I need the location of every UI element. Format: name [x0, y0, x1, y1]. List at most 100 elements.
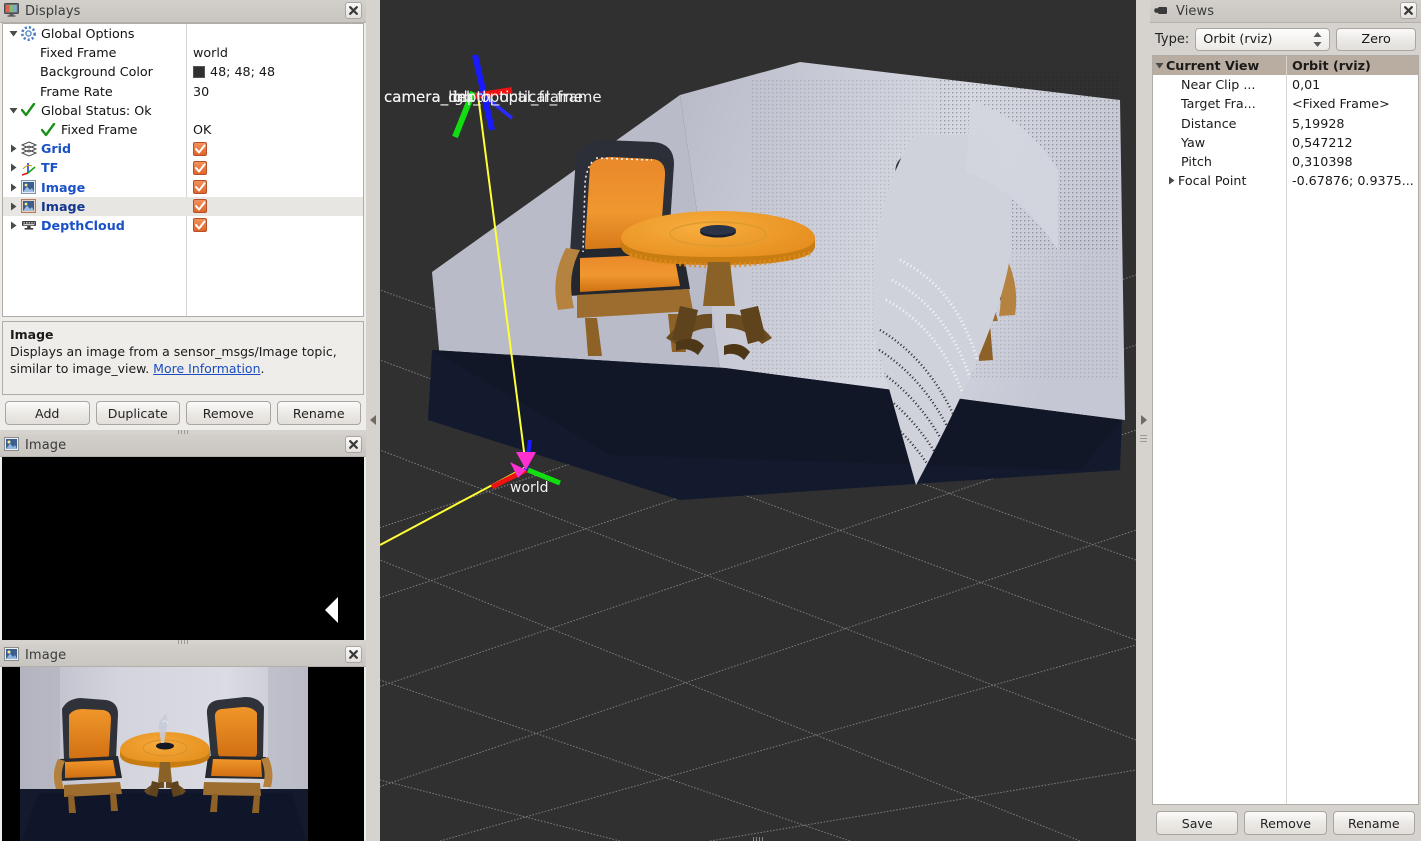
chevron-right-icon[interactable]	[7, 221, 20, 230]
display-tree-row-label: Fixed Frame	[61, 122, 138, 138]
tf-label-3: world	[510, 480, 549, 496]
image-icon	[4, 436, 19, 454]
display-tree-row-label: Fixed Frame	[40, 45, 117, 61]
remove-view-button[interactable]: Remove	[1244, 811, 1327, 835]
views-tree[interactable]: Current View Orbit (rviz) Near Clip ... 0,0…	[1152, 55, 1419, 805]
display-tree-row-value[interactable]: OK	[186, 122, 211, 137]
enable-checkbox[interactable]	[193, 160, 207, 175]
view-type-select[interactable]: Orbit (rviz)	[1195, 28, 1331, 51]
color-swatch[interactable]	[193, 65, 205, 78]
display-tree-row-value[interactable]	[186, 160, 207, 175]
display-tree-row-name: Grid	[3, 141, 186, 157]
view-type-value: Orbit (rviz)	[1203, 32, 1273, 47]
display-tree-row-value[interactable]	[186, 199, 207, 214]
image-panel-2: Image	[0, 644, 366, 841]
display-tree-row[interactable]: Frame Rate 30	[3, 82, 363, 101]
status-ok-check-icon	[40, 122, 57, 137]
chevron-down-icon[interactable]	[7, 29, 20, 38]
zero-button[interactable]: Zero	[1336, 28, 1416, 51]
display-tree-row[interactable]: Grid	[3, 139, 363, 158]
save-view-button[interactable]: Save	[1156, 811, 1239, 835]
display-tree-row-label: Grid	[41, 141, 72, 157]
display-tree-row[interactable]: Fixed Frame OK	[3, 120, 363, 139]
display-tree-row[interactable]: Global Status: Ok	[3, 101, 363, 120]
chevron-down-icon[interactable]	[1153, 61, 1166, 70]
views-row-value[interactable]: 0,547212	[1286, 135, 1353, 150]
views-row-value[interactable]: 0,01	[1286, 77, 1320, 92]
display-tree-row[interactable]: Image	[3, 178, 363, 197]
views-row-value[interactable]: 0,310398	[1286, 154, 1353, 169]
display-tree-row-label: Image	[41, 179, 86, 195]
display-tree-row-value[interactable]	[186, 180, 207, 195]
display-tree-row[interactable]: TF	[3, 158, 363, 177]
display-tree-row-name: Global Status: Ok	[3, 103, 186, 118]
display-tree-row-name: Fixed Frame	[3, 45, 186, 60]
chevron-left-icon	[369, 413, 377, 428]
blank-image-content	[2, 457, 364, 637]
views-panel: Views Type: Orbit (rviz) Zero Current Vi…	[1150, 0, 1421, 841]
image-panel-1-titlebar: Image	[0, 434, 366, 457]
image-panel-1-canvas[interactable]	[2, 457, 364, 640]
more-information-link[interactable]: More Information	[153, 361, 260, 376]
image-panel-2-canvas[interactable]	[2, 667, 364, 841]
displays-panel-title: Displays	[25, 3, 81, 19]
image-panel-2-close-icon[interactable]	[345, 646, 362, 663]
chevron-right-icon[interactable]	[7, 144, 20, 153]
display-image-icon	[20, 180, 37, 195]
display-tree-row-name: TF	[3, 160, 186, 176]
views-button-row: Save Remove Rename	[1150, 805, 1421, 841]
zero-button-label: Zero	[1361, 32, 1391, 47]
rename-view-button[interactable]: Rename	[1332, 811, 1415, 835]
chevron-right-icon[interactable]	[1165, 176, 1178, 185]
room-scene-image	[2, 667, 364, 841]
remove-button[interactable]: Remove	[186, 401, 271, 425]
displays-close-icon[interactable]	[345, 2, 362, 19]
views-row-value[interactable]: -0.67876; 0.9375...	[1286, 173, 1414, 188]
display-tree-row[interactable]: Global Options	[3, 24, 363, 43]
enable-checkbox[interactable]	[193, 199, 207, 214]
display-image-icon	[20, 199, 37, 214]
display-tree-row-value[interactable]: 30	[186, 84, 209, 99]
duplicate-button[interactable]: Duplicate	[95, 401, 180, 425]
rename-button[interactable]: Rename	[276, 401, 361, 425]
left-dock: Displays Global Options Fixed Frame world B…	[0, 0, 366, 841]
views-row-value[interactable]: <Fixed Frame>	[1286, 96, 1390, 111]
display-tree-row[interactable]: DepthCloud	[3, 216, 363, 235]
views-close-icon[interactable]	[1400, 2, 1417, 19]
enable-checkbox[interactable]	[193, 141, 207, 156]
display-tree-row[interactable]: Background Color 48; 48; 48	[3, 62, 363, 81]
display-tree-row-value[interactable]	[186, 141, 207, 156]
chevron-right-icon[interactable]	[7, 183, 20, 192]
button-label: Save	[1181, 815, 1213, 831]
button-label: Rename	[292, 405, 345, 421]
display-tree-row-value[interactable]: 48; 48; 48	[186, 64, 275, 79]
chevron-down-icon[interactable]	[7, 106, 20, 115]
left-dock-collapse-handle[interactable]	[366, 0, 380, 841]
3d-render-view[interactable]: camera_rgb_optical_frame camera_link cam…	[380, 0, 1136, 841]
display-tree-row-value[interactable]: world	[186, 45, 228, 60]
button-label: Add	[35, 405, 60, 421]
chevron-right-icon[interactable]	[7, 202, 20, 211]
views-row-label: Focal Point	[1178, 173, 1247, 189]
display-tree-row[interactable]: Fixed Frame world	[3, 43, 363, 62]
render-bottom-grip[interactable]	[753, 837, 763, 841]
display-tree-row[interactable]: Image	[3, 196, 363, 216]
displays-tree[interactable]: Global Options Fixed Frame world Background…	[2, 23, 364, 317]
enable-checkbox[interactable]	[193, 180, 207, 195]
views-row-value[interactable]: 5,19928	[1286, 116, 1344, 131]
views-row-label: Pitch	[1181, 154, 1212, 170]
display-tree-row-label: TF	[41, 160, 59, 176]
views-row-name: Pitch	[1153, 154, 1286, 169]
display-tree-row-value[interactable]	[186, 218, 207, 233]
image-panel-1-close-icon[interactable]	[345, 436, 362, 453]
description-title: Image	[10, 327, 54, 342]
chevron-right-icon[interactable]	[7, 163, 20, 172]
button-label: Rename	[1347, 815, 1400, 831]
right-dock-collapse-handle[interactable]	[1136, 0, 1150, 841]
add-button[interactable]: Add	[5, 401, 90, 425]
views-panel-title: Views	[1176, 3, 1215, 19]
enable-checkbox[interactable]	[193, 218, 207, 233]
display-tree-row-name: Background Color	[3, 64, 186, 79]
views-row-name: Focal Point	[1153, 173, 1286, 188]
property-value-text: OK	[193, 122, 212, 138]
